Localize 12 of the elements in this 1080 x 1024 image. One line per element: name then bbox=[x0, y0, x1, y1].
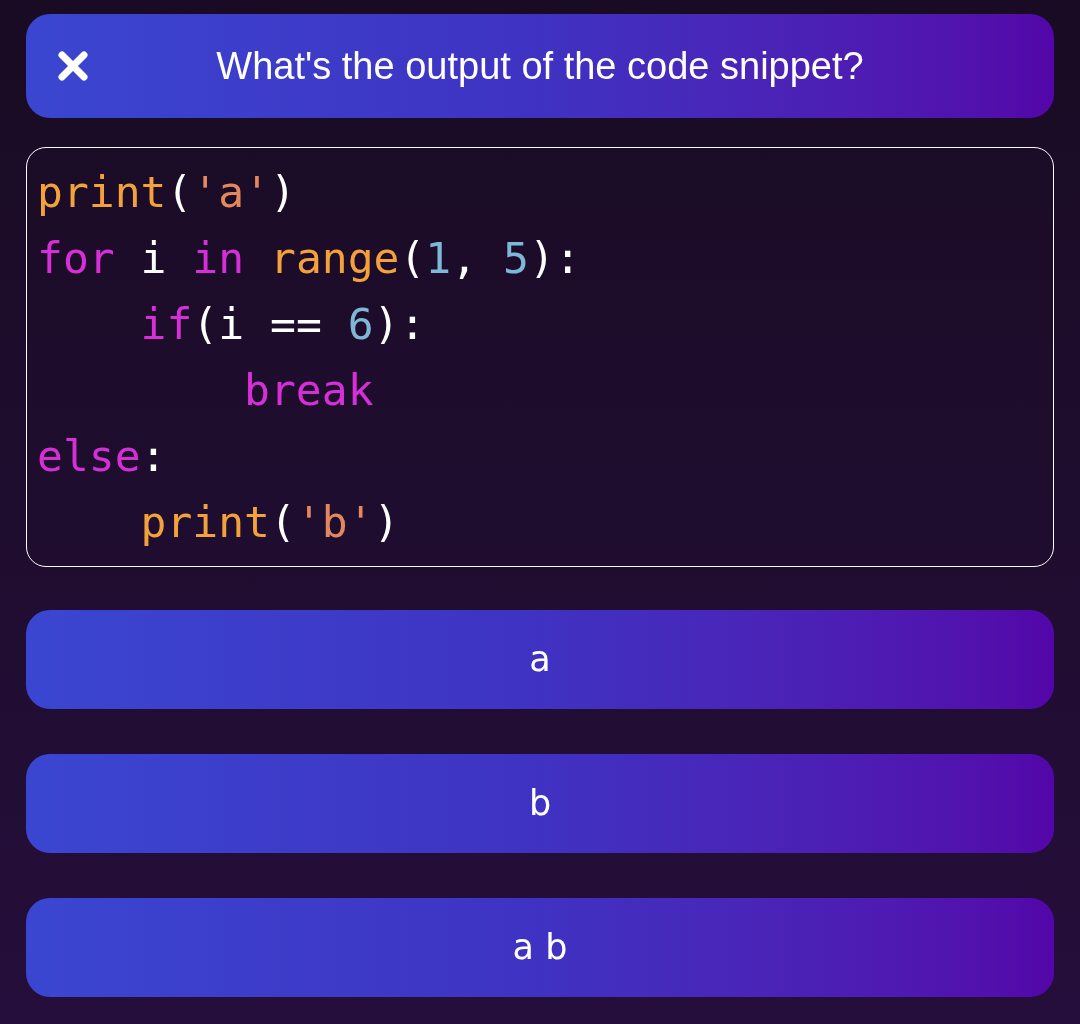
code-line: print('a') bbox=[37, 166, 296, 219]
question-title: What's the output of the code snippet? bbox=[216, 44, 864, 89]
close-icon bbox=[58, 51, 88, 81]
code-line: print('b') bbox=[140, 496, 400, 549]
code-line: if(i == 6): bbox=[140, 298, 426, 351]
answer-button[interactable]: a b bbox=[26, 898, 1054, 997]
answer-button[interactable]: b bbox=[26, 754, 1054, 853]
close-button[interactable] bbox=[58, 51, 88, 81]
code-line: break bbox=[244, 364, 374, 417]
code-line: else: bbox=[37, 430, 167, 483]
code-line: for i in range(1, 5): bbox=[37, 232, 581, 285]
answer-button[interactable]: a bbox=[26, 610, 1054, 709]
